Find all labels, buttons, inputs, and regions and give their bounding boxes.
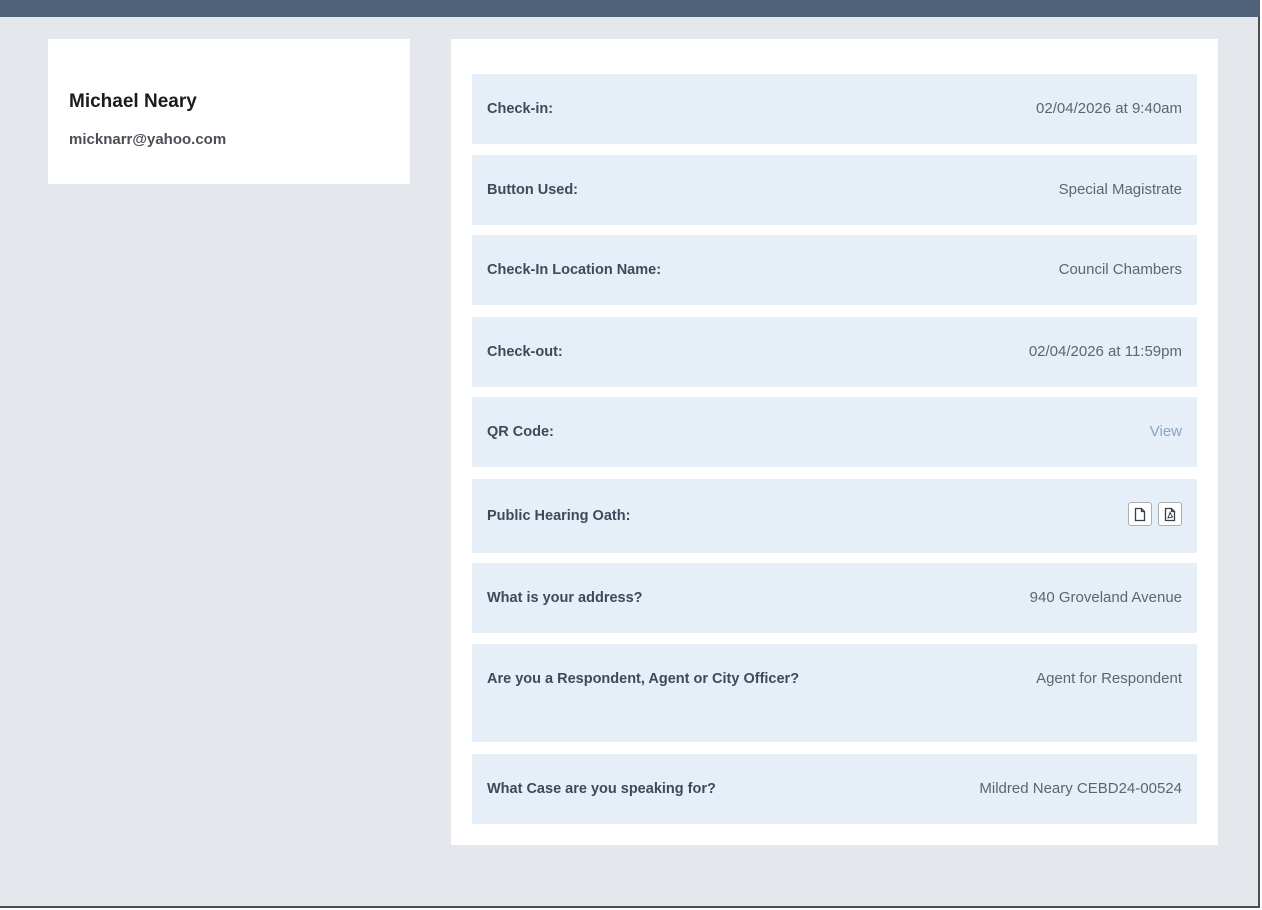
address-label: What is your address? [487, 590, 643, 606]
detail-row-role: Are you a Respondent, Agent or City Offi… [472, 644, 1197, 742]
detail-row-oath: Public Hearing Oath: [472, 479, 1197, 553]
button-used-label: Button Used: [487, 182, 579, 198]
case-label: What Case are you speaking for? [487, 781, 716, 797]
detail-row-qr-code: QR Code: View [472, 397, 1197, 467]
profile-card: Michael Neary micknarr@yahoo.com [48, 39, 410, 184]
document-icon[interactable] [1128, 502, 1152, 526]
check-out-value: 02/04/2026 at 11:59pm [1028, 343, 1182, 360]
case-value: Mildred Neary CEBD24-00524 [979, 780, 1182, 797]
detail-row-check-in: Check-in: 02/04/2026 at 9:40am [472, 74, 1197, 144]
qr-code-label: QR Code: [487, 424, 554, 440]
check-out-label: Check-out: [487, 344, 563, 360]
detail-row-button-used: Button Used: Special Magistrate [472, 155, 1197, 225]
profile-email: micknarr@yahoo.com [69, 131, 227, 148]
location-value: Council Chambers [1058, 261, 1182, 278]
detail-row-check-out: Check-out: 02/04/2026 at 11:59pm [472, 317, 1197, 387]
detail-row-location: Check-In Location Name: Council Chambers [472, 235, 1197, 305]
pdf-icon[interactable] [1158, 502, 1182, 526]
address-value: 940 Groveland Avenue [1029, 589, 1182, 606]
detail-row-case: What Case are you speaking for? Mildred … [472, 754, 1197, 824]
role-value: Agent for Respondent [1036, 670, 1182, 687]
check-in-label: Check-in: [487, 101, 554, 117]
location-label: Check-In Location Name: [487, 262, 662, 278]
details-card: Check-in: 02/04/2026 at 9:40am Button Us… [451, 39, 1218, 845]
profile-name: Michael Neary [69, 91, 197, 112]
oath-file-buttons [1128, 502, 1182, 526]
detail-row-address: What is your address? 940 Groveland Aven… [472, 563, 1197, 633]
oath-label: Public Hearing Oath: [487, 508, 631, 524]
role-label: Are you a Respondent, Agent or City Offi… [487, 671, 800, 687]
button-used-value: Special Magistrate [1058, 181, 1182, 198]
qr-code-view-link[interactable]: View [1150, 420, 1182, 444]
check-in-value: 02/04/2026 at 9:40am [1036, 100, 1182, 117]
top-bar [0, 0, 1260, 17]
